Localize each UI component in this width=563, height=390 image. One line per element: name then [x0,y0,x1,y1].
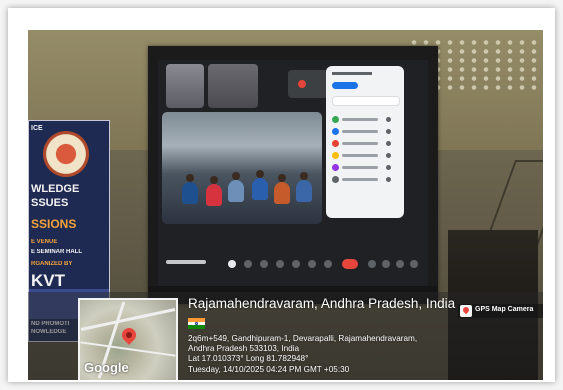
end-call-icon [342,259,358,269]
more-icon [324,260,332,268]
location-title: Rajamahendravaram, Andhra Pradesh, India [188,296,456,311]
banner-text-5: E VENUE [31,239,58,245]
banner-text-6: E SEMINAR HALL [31,249,82,255]
projection-screen [148,46,438,304]
participant-row [332,128,398,136]
banner-text-8: KVT [31,271,65,290]
student [182,182,198,204]
student-head [186,174,194,182]
info-icon [368,260,376,268]
participant-row [332,176,398,184]
address-line-2: Andhra Pradesh 533103, India [188,344,300,354]
projected-meeting-screen [158,60,428,286]
activities-icon [410,260,418,268]
india-flag-icon [188,318,205,329]
participant-tile-1 [166,64,204,108]
banner-text-4: SSIONS [31,217,77,231]
panel-header [332,72,372,75]
location-address: 2q6m+549, Gandhipuram-1, Devarapalli, Ra… [188,334,417,375]
student-head [256,170,264,178]
meeting-toolbar [158,254,428,274]
gps-map-camera-badge: GPS Map Camera [458,304,543,318]
gps-app-name: GPS Map Camera [475,306,534,313]
student [252,178,268,200]
banner-text-3: SSUES [31,197,69,209]
participant-row [332,152,398,160]
map-pin-icon [460,305,472,317]
banner-text-7: RGANIZED BY [31,261,73,267]
student-head [278,174,286,182]
participant-tile-2 [208,64,258,108]
captions-icon [260,260,268,268]
emoji-icon [276,260,284,268]
location-map-thumbnail: Google [78,298,178,380]
photo-frame: ICE WLEDGE SSUES SSIONS E VENUE E SEMINA… [8,8,555,382]
participants-panel [326,66,404,218]
participant-row [332,164,398,172]
search-input [332,96,400,106]
student [206,184,222,206]
raise-hand-icon [308,260,316,268]
timestamp: Tuesday, 14/10/2025 04:24 PM GMT +05:30 [188,364,350,374]
avatar [298,80,306,88]
present-icon [292,260,300,268]
address-line-1: 2q6m+549, Gandhipuram-1, Devarapalli, Ra… [188,334,418,343]
coordinates: Lat 17.010373° Long 81.782948° [188,354,309,364]
photo: ICE WLEDGE SSUES SSIONS E VENUE E SEMINA… [28,30,543,380]
banner-emblem [43,131,89,177]
classroom-video-tile [162,112,322,224]
participant-tile-3 [288,70,328,98]
student-head [300,172,308,180]
banner-text-2: WLEDGE [31,183,80,195]
add-people-button [332,82,358,89]
student-head [210,176,218,184]
map-provider-logo: Google [84,360,129,375]
location-pin-icon [119,325,139,345]
chat-icon [396,260,404,268]
student [296,180,312,202]
meeting-time [166,260,206,264]
camera-icon [244,260,252,268]
participant-row [332,116,398,124]
participant-row [332,140,398,148]
student [228,180,244,202]
mic-icon [228,260,236,268]
student [274,182,290,204]
student-head [232,172,240,180]
people-icon [382,260,390,268]
